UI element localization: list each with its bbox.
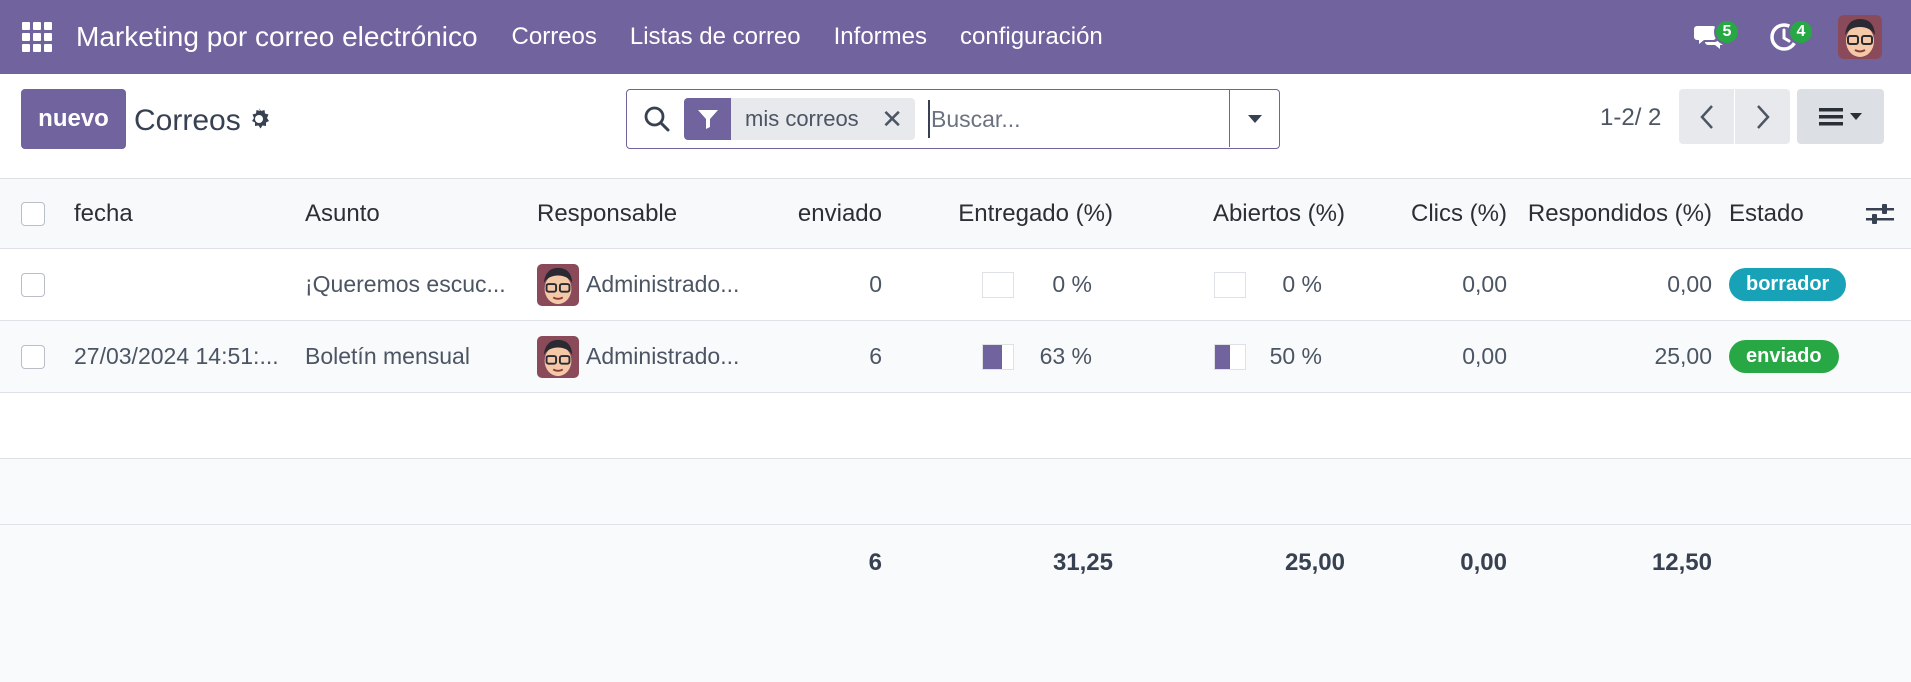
- apps-menu-button[interactable]: [0, 0, 74, 74]
- search-input[interactable]: [928, 100, 1228, 138]
- cell-delivered: 63 %: [1039, 343, 1092, 369]
- delivered-progress-bar: [982, 249, 1014, 320]
- menu-item-informes[interactable]: Informes: [834, 23, 927, 51]
- facet-label: mis correos: [745, 106, 859, 131]
- cell-clicks: 0,00: [1462, 271, 1507, 297]
- responsible-name: Administrado...: [586, 343, 740, 369]
- search-options-toggle[interactable]: [1229, 90, 1279, 147]
- column-header-estado[interactable]: Estado: [1729, 179, 1804, 249]
- search-icon: [643, 105, 671, 138]
- column-header-enviado[interactable]: enviado: [760, 179, 882, 249]
- cell-clicks: 0,00: [1462, 343, 1507, 369]
- cell-date: [74, 249, 289, 320]
- column-header-asunto[interactable]: Asunto: [305, 179, 380, 249]
- cell-date: 27/03/2024 14:51:...: [74, 343, 279, 369]
- menu-item-listas-de-correo[interactable]: Listas de correo: [630, 23, 801, 51]
- progress-fill: [1215, 344, 1230, 369]
- progress-fill: [983, 344, 1002, 369]
- column-header-clics[interactable]: Clics (%): [1360, 179, 1507, 249]
- avatar: [537, 263, 579, 306]
- cell-responsible: Administrado...: [537, 321, 752, 392]
- opened-progress-bar: [1214, 249, 1246, 320]
- total-opened: 25,00: [1284, 549, 1345, 576]
- filter-icon: [684, 98, 731, 140]
- caret-down-icon: [1247, 114, 1262, 123]
- activities-count-badge: 4: [1788, 19, 1814, 45]
- search-bar: mis correos ✕: [626, 89, 1280, 149]
- total-sent: 6: [868, 549, 882, 576]
- menu-item-correos[interactable]: Correos: [512, 23, 597, 51]
- page-title: Correos: [134, 104, 241, 137]
- column-header-entregado[interactable]: Entregado (%): [900, 179, 1113, 249]
- main-menu: Correos Listas de correo Informes config…: [512, 23, 1136, 51]
- column-header-fecha[interactable]: fecha: [74, 179, 133, 249]
- apps-grid-icon: [22, 22, 52, 52]
- cell-delivered: 0 %: [1052, 271, 1092, 297]
- total-clicks: 0,00: [1460, 549, 1507, 576]
- delivered-progress-bar: [982, 321, 1014, 392]
- pager-previous-button[interactable]: [1679, 89, 1734, 144]
- gear-icon: [252, 108, 269, 129]
- cell-subject: Boletín mensual: [305, 343, 470, 369]
- app-title[interactable]: Marketing por correo electrónico: [76, 21, 478, 53]
- new-button[interactable]: nuevo: [21, 89, 126, 149]
- column-header-respondidos[interactable]: Respondidos (%): [1520, 179, 1712, 249]
- actions-gear-button[interactable]: [247, 107, 271, 136]
- optional-columns-toggle[interactable]: [1866, 179, 1894, 249]
- status-badge: borrador: [1729, 268, 1847, 301]
- control-panel: nuevo Correos mis correos ✕ Buscar... 1-…: [0, 74, 1911, 179]
- list-view-button[interactable]: [1797, 89, 1884, 144]
- row-checkbox[interactable]: [21, 321, 45, 392]
- pager-next-button[interactable]: [1735, 89, 1790, 144]
- empty-row: [0, 393, 1911, 459]
- avatar: [537, 335, 579, 378]
- messages-count-badge: 5: [1714, 19, 1740, 45]
- menu-item-configuracion[interactable]: configuración: [960, 23, 1103, 51]
- total-delivered: 31,25: [1052, 549, 1113, 576]
- empty-row: [0, 459, 1911, 525]
- search-facet: mis correos ✕: [684, 98, 915, 140]
- user-avatar[interactable]: [1838, 15, 1882, 59]
- sliders-icon: [1866, 204, 1894, 224]
- chevron-left-icon: [1699, 104, 1713, 129]
- systray: 5 4: [1690, 0, 1911, 74]
- total-replied: 12,50: [1651, 549, 1712, 576]
- table-row[interactable]: ¡Queremos escuc... Administrado... 0 0 %…: [0, 249, 1911, 321]
- cell-subject: ¡Queremos escuc...: [305, 271, 506, 297]
- table-row[interactable]: 27/03/2024 14:51:... Boletín mensual Adm…: [0, 321, 1911, 393]
- cell-state: enviado: [1729, 321, 1839, 392]
- activities-button[interactable]: 4: [1764, 17, 1814, 57]
- column-header-responsable[interactable]: Responsable: [537, 179, 677, 249]
- cell-sent: 0: [869, 271, 882, 297]
- table-header: fecha Asunto Responsable enviado Entrega…: [0, 179, 1911, 249]
- cell-responsible: Administrado...: [537, 249, 752, 320]
- table-footer-totals: 6 31,25 25,00 0,00 12,50: [0, 525, 1911, 601]
- pager-value[interactable]: 1-2/ 2: [1600, 104, 1661, 132]
- column-header-abiertos[interactable]: Abiertos (%): [1130, 179, 1345, 249]
- chevron-right-icon: [1756, 104, 1770, 129]
- opened-progress-bar: [1214, 321, 1246, 392]
- cell-replied: 0,00: [1667, 271, 1712, 297]
- responsible-name: Administrado...: [586, 271, 740, 297]
- messages-button[interactable]: 5: [1690, 17, 1740, 57]
- cell-state: borrador: [1729, 249, 1847, 320]
- cell-opened: 0 %: [1282, 271, 1322, 297]
- status-badge: enviado: [1729, 340, 1839, 373]
- select-all-checkbox[interactable]: [21, 179, 45, 249]
- facet-remove-icon[interactable]: ✕: [881, 106, 903, 132]
- cell-replied: 25,00: [1654, 343, 1712, 369]
- row-checkbox[interactable]: [21, 249, 45, 320]
- list-icon: [1818, 107, 1862, 125]
- mailing-list-table: fecha Asunto Responsable enviado Entrega…: [0, 179, 1911, 601]
- cell-opened: 50 %: [1269, 343, 1322, 369]
- cell-sent: 6: [869, 343, 882, 369]
- top-navbar: Marketing por correo electrónico Correos…: [0, 0, 1911, 74]
